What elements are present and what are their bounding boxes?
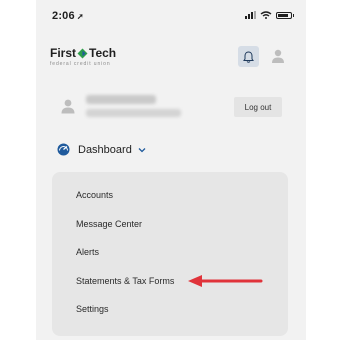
system-icons: [245, 11, 294, 19]
person-icon[interactable]: [270, 48, 286, 64]
redacted-user-name: [86, 95, 156, 104]
dashboard-menu: Accounts Message Center Alerts Statement…: [52, 172, 288, 336]
notifications-button[interactable]: [238, 46, 259, 67]
first-tech-logo: First Tech federal credit union: [50, 46, 117, 67]
redacted-user-detail: [86, 109, 181, 117]
signal-icon: [245, 11, 256, 19]
dashboard-label: Dashboard: [78, 143, 132, 156]
dashboard-dropdown[interactable]: Dashboard: [57, 143, 146, 156]
location-icon: ➚: [76, 12, 84, 21]
status-bar: 2:06 ➚: [36, 0, 306, 30]
menu-item-message-center[interactable]: Message Center: [76, 219, 142, 229]
chevron-down-icon: [138, 147, 146, 152]
dashboard-icon: [57, 143, 70, 156]
annotation-arrow-icon: [188, 275, 263, 287]
logo-mark-icon: [77, 48, 88, 58]
bell-icon: [243, 50, 254, 63]
logout-button[interactable]: Log out: [234, 97, 282, 117]
menu-item-statements-tax-forms[interactable]: Statements & Tax Forms: [76, 276, 174, 286]
wifi-icon: [260, 11, 272, 19]
avatar: [61, 99, 75, 114]
menu-item-alerts[interactable]: Alerts: [76, 247, 99, 257]
phone-screen: 2:06 ➚ First Tech federal credit union L…: [36, 0, 306, 340]
status-time: 2:06 ➚: [52, 10, 84, 22]
battery-icon: [276, 11, 294, 19]
menu-item-settings[interactable]: Settings: [76, 304, 109, 314]
menu-item-accounts[interactable]: Accounts: [76, 190, 113, 200]
